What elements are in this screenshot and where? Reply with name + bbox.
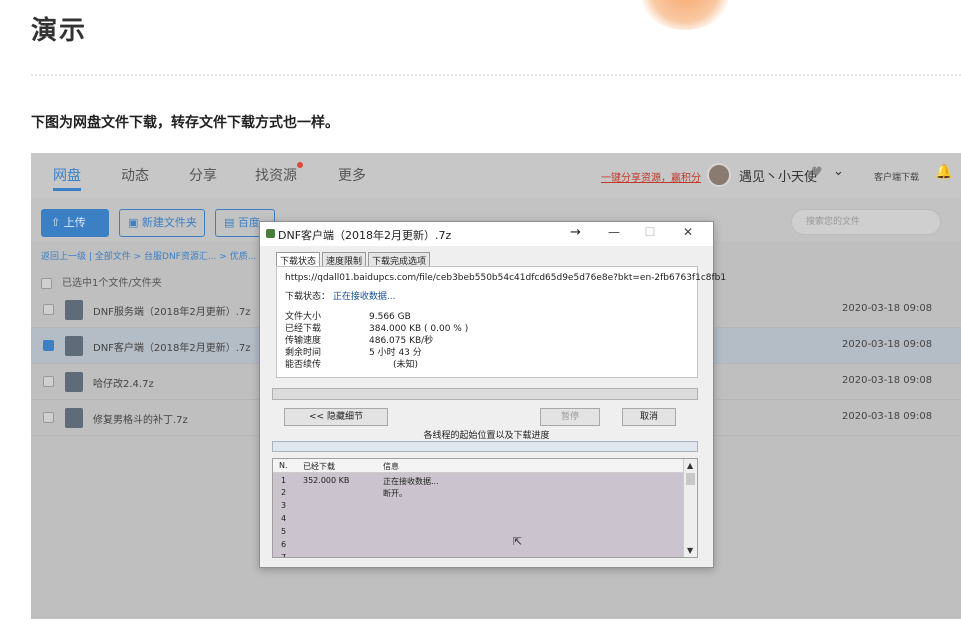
app-icon: [266, 229, 275, 238]
dialog-title: DNF客户端（2018年2月更新）.7z: [278, 229, 452, 242]
download-progress-bar: [272, 388, 698, 400]
mouse-cursor-icon: ⇱: [513, 535, 523, 548]
vip-heart-icon: ♥: [811, 165, 823, 180]
intro-text: 下图为网盘文件下载，转存文件下载方式也一样。: [31, 115, 339, 131]
col-header-n: N.: [279, 461, 288, 470]
chevron-up-icon[interactable]: ▲: [687, 461, 693, 470]
select-all-checkbox[interactable]: [41, 277, 52, 289]
file-icon: [65, 336, 83, 356]
nav-item-share[interactable]: 分享: [189, 165, 217, 185]
download-dialog: DNF客户端（2018年2月更新）.7z → — ☐ ✕ 下载状态 速度限制 下…: [259, 221, 726, 568]
chevron-down-icon[interactable]: ⌄: [833, 164, 844, 179]
toolbar-more-label: 百度: [237, 216, 260, 229]
file-icon: [65, 408, 83, 428]
chevron-down-icon[interactable]: ▼: [687, 546, 693, 555]
thread-progress-label: 各线程的起始位置以及下载进度: [423, 431, 550, 441]
pause-button[interactable]: 暂停: [540, 408, 600, 426]
username[interactable]: 遇见丶小天使: [739, 166, 817, 185]
thread-downloaded: 352.000 KB: [303, 476, 350, 485]
selected-count: 已选中1个文件/文件夹: [62, 278, 162, 289]
upload-icon: ⇧: [51, 216, 64, 229]
folder-icon: ▣: [128, 216, 142, 229]
file-icon: [65, 300, 83, 320]
row-checkbox[interactable]: [43, 340, 54, 351]
file-name[interactable]: 修复男格斗的补丁.7z: [93, 411, 188, 426]
nav-item-more[interactable]: 更多: [338, 165, 366, 185]
thread-number: 4: [281, 514, 287, 523]
file-icon: [65, 372, 83, 392]
divider: [31, 74, 961, 76]
file-date: 2020-03-18 09:08: [842, 375, 933, 386]
search-input[interactable]: 搜索您的文件: [791, 209, 941, 235]
status-label: 下载状态：: [285, 292, 331, 302]
nav-item-feed[interactable]: 动态: [121, 165, 149, 185]
file-date: 2020-03-18 09:08: [842, 411, 933, 422]
tab-download-status[interactable]: 下载状态: [276, 252, 321, 267]
detail-key: 能否续传: [285, 360, 322, 370]
bell-icon[interactable]: 🔔: [935, 164, 952, 180]
detail-row: 能否续传 (未知): [285, 357, 418, 370]
download-url: https://qdall01.baidupcs.com/file/ceb3be…: [285, 273, 727, 283]
nav-item-netdisk[interactable]: 网盘: [53, 165, 81, 185]
close-button[interactable]: ✕: [678, 225, 698, 239]
list-item[interactable]: 7: [273, 551, 683, 558]
thread-list-header: N. 已经下载 信息: [273, 459, 697, 473]
thread-number: 5: [281, 527, 287, 536]
list-item[interactable]: 6: [273, 538, 683, 551]
thread-info: 断开。: [383, 489, 407, 498]
list-item[interactable]: 2 断开。: [273, 486, 683, 499]
scrollbar[interactable]: ▲ ▼: [683, 459, 697, 557]
col-header-info: 信息: [383, 462, 399, 471]
thread-number: 7: [281, 553, 287, 558]
thread-number: 1: [281, 476, 287, 485]
thread-progress-bar: [272, 441, 698, 452]
row-checkbox[interactable]: [43, 376, 54, 387]
nav-active-underline: [53, 188, 81, 191]
status-panel: https://qdall01.baidupcs.com/file/ceb3be…: [276, 266, 726, 378]
upload-button[interactable]: ⇧ 上传: [41, 209, 109, 237]
file-name[interactable]: 哈仔改2.4.7z: [93, 375, 154, 390]
client-download-link[interactable]: 客户端下载: [874, 170, 919, 183]
thread-list[interactable]: N. 已经下载 信息 1 352.000 KB 正在接收数据... 2 断开。 3 4…: [272, 458, 698, 558]
col-header-downloaded: 已经下载: [303, 462, 335, 471]
detail-value: (未知): [393, 360, 419, 370]
status-value: 正在接收数据...: [332, 292, 396, 302]
page-title: 演示: [31, 16, 88, 46]
new-folder-label: 新建文件夹: [141, 216, 197, 229]
file-date: 2020-03-18 09:08: [842, 303, 933, 314]
promo-link[interactable]: 一键分享资源，赢积分: [601, 169, 701, 184]
select-all-row[interactable]: 已选中1个文件/文件夹: [41, 274, 162, 289]
tab-speed-limit[interactable]: 速度限制: [322, 252, 367, 267]
doc-icon: ▤: [224, 216, 238, 229]
list-item[interactable]: 4: [273, 512, 683, 525]
upload-label: 上传: [63, 216, 86, 229]
decorative-blob: [640, 0, 730, 30]
avatar[interactable]: [707, 163, 731, 187]
breadcrumb[interactable]: 返回上一级 | 全部文件 > 台服DNF资源汇... > 优质...: [41, 249, 256, 262]
row-checkbox[interactable]: [43, 412, 54, 423]
list-item[interactable]: 3: [273, 499, 683, 512]
scrollbar-thumb[interactable]: [686, 473, 695, 485]
top-nav: 网盘 动态 分享 找资源 更多 一键分享资源，赢积分 遇见丶小天使 ♥ ⌄ 客户…: [31, 153, 961, 197]
file-name[interactable]: DNF客户端（2018年2月更新）.7z: [93, 339, 251, 354]
cancel-button[interactable]: 取消: [622, 408, 676, 426]
thread-number: 3: [281, 501, 287, 510]
thread-number: 6: [281, 540, 287, 549]
row-checkbox[interactable]: [43, 304, 54, 315]
minimize-button[interactable]: —: [604, 225, 624, 239]
new-folder-button[interactable]: ▣ 新建文件夹: [119, 209, 205, 237]
file-name[interactable]: DNF服务端（2018年2月更新）.7z: [93, 303, 251, 318]
maximize-button[interactable]: ☐: [640, 225, 660, 239]
hide-details-button[interactable]: << 隐藏细节: [284, 408, 388, 426]
file-date: 2020-03-18 09:08: [842, 339, 933, 350]
status-line: 下载状态： 正在接收数据...: [285, 289, 395, 302]
list-item[interactable]: 5: [273, 525, 683, 538]
dialog-titlebar[interactable]: DNF客户端（2018年2月更新）.7z → — ☐ ✕: [260, 222, 713, 246]
tab-completion-options[interactable]: 下载完成选项: [368, 252, 431, 267]
arrow-right-icon: →: [570, 225, 581, 240]
notification-dot: [297, 162, 303, 168]
screenshot-frame: 网盘 动态 分享 找资源 更多 一键分享资源，赢积分 遇见丶小天使 ♥ ⌄ 客户…: [31, 153, 961, 619]
nav-item-find[interactable]: 找资源: [255, 165, 297, 185]
thread-number: 2: [281, 488, 287, 497]
